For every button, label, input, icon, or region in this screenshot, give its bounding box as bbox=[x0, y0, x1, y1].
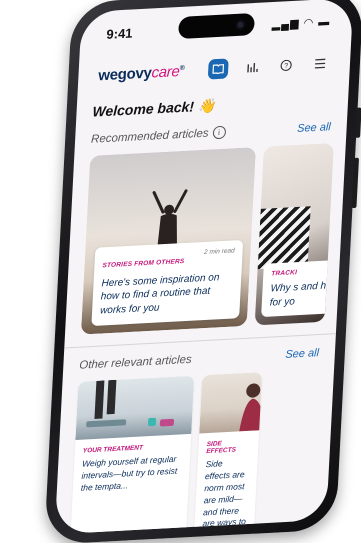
bar-chart-icon[interactable] bbox=[242, 57, 263, 78]
other-header: Other relevant articles See all bbox=[79, 347, 319, 372]
article-card-overlay: TRACKI Why s and h for yo bbox=[261, 259, 334, 318]
info-icon[interactable]: i bbox=[212, 125, 226, 140]
article-title: Side effects are norm most are mild—and … bbox=[202, 458, 247, 534]
article-card-overlay: STORIES FROM OTHERS 2 min read Here's so… bbox=[91, 239, 244, 327]
side-button bbox=[355, 107, 361, 138]
main-content: Welcome back! 👋 Recommended articles i S… bbox=[55, 90, 349, 535]
signal-icon: ▂▄▆ bbox=[271, 17, 300, 32]
phone-device: 9:41 ▂▄▆ ◠ ▬ wegovycare® ? Welcome back!… bbox=[44, 0, 361, 543]
svg-text:?: ? bbox=[284, 63, 288, 70]
article-image bbox=[257, 206, 311, 270]
logo-registered-mark: ® bbox=[179, 64, 185, 72]
person-arms-raised-image bbox=[152, 189, 188, 251]
article-title: Why s and h for yo bbox=[269, 280, 327, 309]
logo[interactable]: wegovycare® bbox=[97, 62, 185, 84]
other-carousel[interactable]: YOUR TREATMENT Weigh yourself at regular… bbox=[69, 369, 318, 535]
article-category: STORIES FROM OTHERS bbox=[102, 257, 185, 269]
other-title: Other relevant articles bbox=[78, 353, 192, 372]
stage: 9:41 ▂▄▆ ◠ ▬ wegovycare® ? Welcome back!… bbox=[0, 0, 361, 543]
article-card-peek[interactable]: TRACKI Why s and h for yo bbox=[254, 142, 334, 326]
article-card[interactable]: YOUR TREATMENT Weigh yourself at regular… bbox=[69, 375, 195, 535]
status-time: 9:41 bbox=[106, 25, 133, 42]
article-card[interactable]: STORIES FROM OTHERS 2 min read Here's so… bbox=[80, 147, 257, 335]
article-category: SIDE EFFECTS bbox=[206, 440, 237, 456]
article-category: YOUR TREATMENT bbox=[82, 444, 144, 455]
phone-screen: 9:41 ▂▄▆ ◠ ▬ wegovycare® ? Welcome back!… bbox=[54, 0, 354, 535]
camera-icon bbox=[235, 19, 246, 31]
help-icon[interactable]: ? bbox=[276, 55, 297, 76]
battery-icon: ▬ bbox=[317, 15, 331, 29]
article-title: Weigh yourself at regular intervals—but … bbox=[80, 453, 178, 493]
book-icon[interactable] bbox=[207, 58, 229, 80]
scale-dumbbells-image bbox=[75, 375, 195, 441]
see-all-other-link[interactable]: See all bbox=[285, 347, 319, 361]
section-divider bbox=[64, 333, 336, 349]
logo-accent: care bbox=[151, 62, 180, 82]
article-card-body: SIDE EFFECTS Side effects are norm most … bbox=[193, 430, 259, 534]
wifi-icon: ◠ bbox=[303, 16, 315, 30]
article-category: TRACKI bbox=[271, 269, 298, 278]
article-card-peek[interactable]: SIDE EFFECTS Side effects are norm most … bbox=[193, 372, 263, 535]
article-title: Here's some inspiration on how to find a… bbox=[99, 271, 220, 317]
recommended-carousel[interactable]: STORIES FROM OTHERS 2 min read Here's so… bbox=[80, 142, 334, 335]
recommended-title: Recommended articles bbox=[90, 127, 209, 146]
logo-main: wegovy bbox=[97, 63, 153, 84]
dynamic-island bbox=[177, 12, 256, 40]
status-icons: ▂▄▆ ◠ ▬ bbox=[272, 15, 331, 31]
see-all-recommended-link[interactable]: See all bbox=[297, 121, 331, 135]
menu-icon[interactable] bbox=[310, 53, 331, 74]
header-nav: ? bbox=[207, 53, 331, 80]
recommended-header: Recommended articles i See all bbox=[91, 120, 331, 146]
woman-image bbox=[199, 372, 263, 434]
read-time: 2 min read bbox=[203, 246, 235, 256]
article-card-body: YOUR TREATMENT Weigh yourself at regular… bbox=[72, 434, 191, 505]
